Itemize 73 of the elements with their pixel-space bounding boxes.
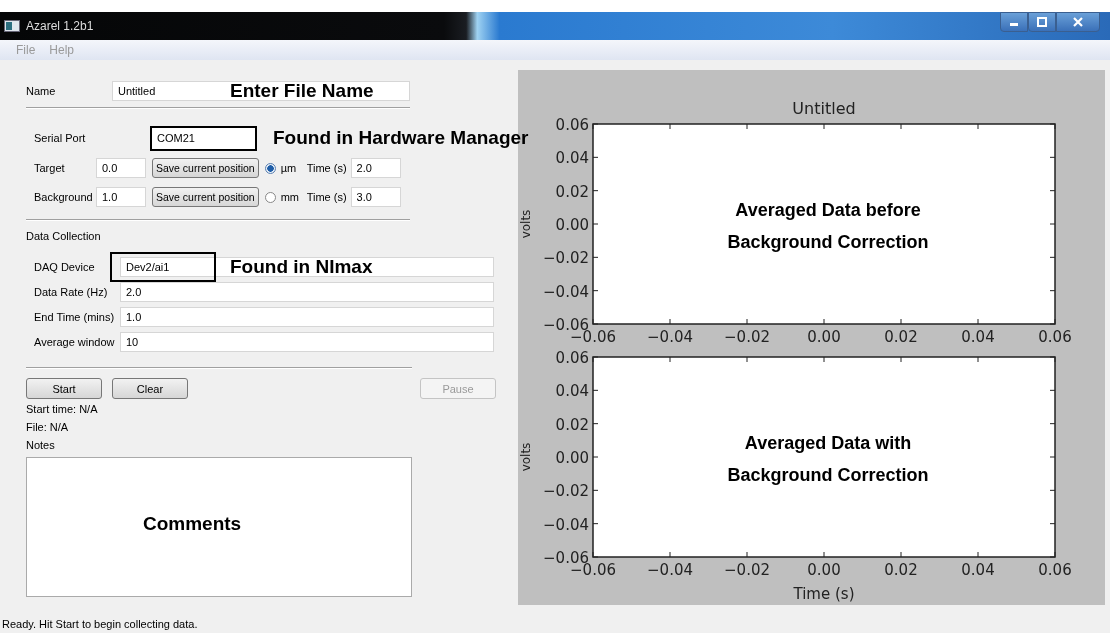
field-label: DAQ Device <box>34 261 96 273</box>
y-axis-label: volts <box>519 209 533 239</box>
y-tick-label: −0.02 <box>543 249 589 268</box>
annotation-text: Enter File Name <box>230 80 374 102</box>
field-label: Background <box>34 191 94 203</box>
annotation-text: Comments <box>143 513 242 535</box>
notes-label: Notes <box>26 439 56 453</box>
x-tick-label: 0.02 <box>884 561 918 579</box>
field-label: Time (s) <box>306 191 347 203</box>
annotation-text: Averaged Data with Background Correction <box>726 432 930 487</box>
time-field[interactable]: 2.0 <box>350 158 401 178</box>
status-text: Ready. Hit Start to begin collecting data. <box>2 618 198 630</box>
annotation-text: Averaged Data before Background Correction <box>726 199 930 254</box>
x-tick-label: 0.02 <box>884 328 918 346</box>
field-label: Average window <box>34 336 116 348</box>
save-position-button[interactable]: Save current position <box>152 158 259 178</box>
maximize-button[interactable] <box>1028 12 1056 32</box>
close-icon <box>1073 17 1083 27</box>
field-label: Serial Port <box>34 132 87 144</box>
x-tick-label: 0.00 <box>807 328 841 346</box>
position-field[interactable]: 0.0 <box>96 158 146 178</box>
serial-port-field[interactable]: COM21 <box>150 125 257 151</box>
input-field[interactable]: 1.0 <box>120 307 494 327</box>
y-tick-label: 0.02 <box>555 182 589 201</box>
y-tick-label: 0.04 <box>555 382 589 401</box>
chart-title: Untitled <box>792 99 856 118</box>
input-field[interactable]: 2.0 <box>120 282 494 302</box>
x-tick-label: −0.04 <box>647 561 693 579</box>
minimize-button[interactable] <box>1000 12 1028 32</box>
radio-button[interactable] <box>264 162 276 174</box>
y-tick-label: 0.00 <box>555 216 589 234</box>
radio-button[interactable] <box>264 191 276 203</box>
y-tick-label: 0.00 <box>555 449 589 467</box>
y-tick-label: 0.06 <box>555 350 589 367</box>
y-tick-label: 0.04 <box>555 149 589 168</box>
annotation-text: Found in Hardware Manager <box>273 127 529 149</box>
x-tick-label: −0.02 <box>724 328 770 346</box>
action-button[interactable]: Clear <box>112 378 188 399</box>
annotation-text: Found in NImax <box>230 256 373 278</box>
field-label: Data Rate (Hz) <box>34 286 109 298</box>
x-axis-label: Time (s) <box>793 585 855 603</box>
y-axis-label: volts <box>519 442 533 472</box>
field-label: End Time (mins) <box>34 311 116 323</box>
x-tick-label: −0.04 <box>647 328 693 346</box>
x-tick-label: −0.02 <box>724 561 770 579</box>
unit-label: mm <box>280 191 300 203</box>
input-field[interactable]: 10 <box>120 332 494 352</box>
x-tick-label: 0.00 <box>807 561 841 579</box>
action-button[interactable]: Start <box>26 378 102 399</box>
close-button[interactable] <box>1056 12 1100 32</box>
y-tick-label: −0.04 <box>543 282 589 301</box>
x-tick-label: 0.06 <box>1038 561 1072 579</box>
y-tick-label: −0.04 <box>543 515 589 534</box>
window-title: Azarel 1.2b1 <box>26 19 94 33</box>
y-tick-label: 0.06 <box>555 116 589 134</box>
save-position-button[interactable]: Save current position <box>152 187 259 207</box>
unit-label: µm <box>280 162 298 174</box>
field-label: Target <box>34 162 66 174</box>
x-tick-label: 0.04 <box>961 561 995 579</box>
x-tick-label: 0.06 <box>1038 328 1072 346</box>
position-field[interactable]: 1.0 <box>96 187 146 207</box>
start-time-text: Start time: N/A <box>26 403 99 417</box>
maximize-icon <box>1037 17 1047 27</box>
notes-field[interactable]: Comments <box>26 457 412 597</box>
y-tick-label: −0.02 <box>543 482 589 501</box>
field-label: Time (s) <box>306 162 347 174</box>
time-field[interactable]: 3.0 <box>350 187 401 207</box>
field-label: Name <box>26 85 57 97</box>
file-text: File: N/A <box>26 421 70 435</box>
section-heading: Data Collection <box>26 230 102 242</box>
app-icon <box>4 20 20 32</box>
x-tick-label: 0.04 <box>961 328 995 346</box>
y-tick-label: 0.02 <box>555 415 589 434</box>
